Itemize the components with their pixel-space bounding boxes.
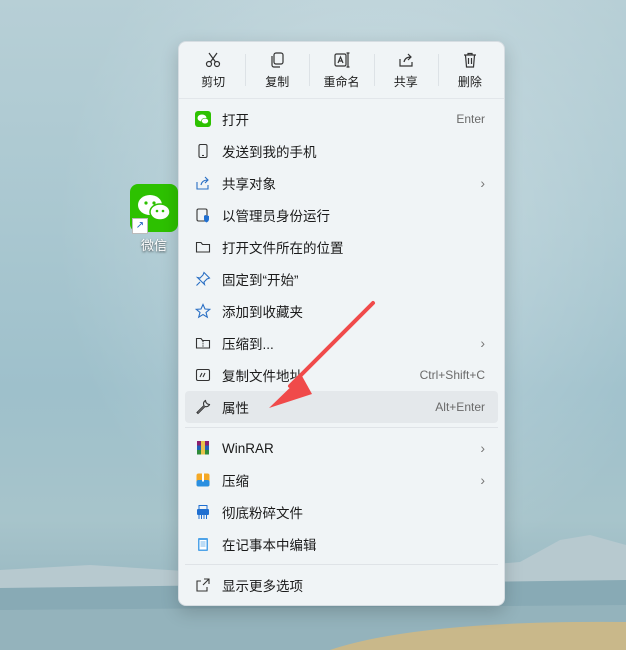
folder-icon (194, 238, 212, 256)
menu-item-shred-file[interactable]: 彻底粉碎文件 (185, 496, 498, 528)
shortcut-text: Ctrl+Shift+C (419, 368, 485, 382)
context-menu: 剪切 复制 重命名 共享 删除 打开 Enter 发送到我的手机 共享对象 › … (178, 41, 505, 606)
menu-item-share-with[interactable]: 共享对象 › (185, 167, 498, 199)
menu-item-label: 属性 (222, 401, 249, 416)
menu-item-label: 压缩 (222, 474, 249, 489)
menu-item-send-to-phone[interactable]: 发送到我的手机 (185, 135, 498, 167)
cut-button[interactable]: 剪切 (181, 42, 245, 98)
compress-icon (194, 471, 212, 489)
rename-button[interactable]: 重命名 (309, 42, 373, 98)
rename-icon (333, 51, 349, 68)
menu-item-label: 彻底粉碎文件 (222, 506, 303, 521)
menu-item-open-file-location[interactable]: 打开文件所在的位置 (185, 231, 498, 263)
menu-item-open[interactable]: 打开 Enter (185, 103, 498, 135)
shredder-icon (194, 503, 212, 521)
chevron-right-icon: › (480, 335, 485, 351)
share-icon (399, 53, 413, 67)
scissors-icon (205, 52, 221, 67)
menu-item-label: 显示更多选项 (222, 579, 303, 594)
menu-item-run-as-admin[interactable]: 以管理员身份运行 (185, 199, 498, 231)
menu-item-compress[interactable]: 压缩 › (185, 464, 498, 496)
shortcut-text: Alt+Enter (435, 400, 485, 414)
delete-label: 删除 (457, 74, 482, 89)
share-label: 共享 (393, 74, 418, 89)
menu-item-label: 打开 (222, 113, 249, 128)
menu-item-label: WinRAR (222, 440, 274, 456)
shortcut-text: Enter (456, 112, 485, 126)
wechat-icon (194, 110, 212, 128)
menu-item-label: 压缩到... (222, 337, 274, 352)
cut-label: 剪切 (201, 74, 226, 89)
desktop-icon-label: 微信 (140, 238, 167, 253)
share-button[interactable]: 共享 (373, 42, 438, 98)
menu-item-pin-to-start[interactable]: 固定到“开始” (185, 263, 498, 295)
menu-item-label: 以管理员身份运行 (222, 209, 330, 224)
zip-folder-icon (194, 334, 212, 352)
trash-icon (463, 52, 476, 68)
menu-item-label: 固定到“开始” (222, 273, 299, 288)
delete-button[interactable]: 删除 (437, 42, 502, 98)
menu-item-label: 共享对象 (222, 177, 276, 192)
pin-icon (194, 270, 212, 288)
star-icon (194, 302, 212, 320)
wrench-icon (194, 398, 212, 416)
menu-item-label: 添加到收藏夹 (222, 305, 303, 320)
menu-item-compress-to[interactable]: 压缩到... › (185, 327, 498, 359)
desktop-shortcut-wechat[interactable]: ↗ 微信 (126, 184, 182, 254)
menu-item-label: 打开文件所在的位置 (222, 241, 344, 256)
rename-label: 重命名 (323, 74, 360, 89)
shortcut-arrow-icon: ↗ (132, 218, 148, 234)
context-toolbar: 剪切 复制 重命名 共享 删除 (179, 42, 504, 99)
menu-item-add-to-favorites[interactable]: 添加到收藏夹 (185, 295, 498, 327)
menu-item-label: 发送到我的手机 (222, 145, 317, 160)
menu-item-properties[interactable]: 属性 Alt+Enter (185, 391, 498, 423)
menu-item-label: 在记事本中编辑 (222, 538, 317, 553)
chevron-right-icon: › (480, 440, 485, 456)
menu-divider (185, 427, 498, 428)
menu-divider (185, 564, 498, 565)
copy-label: 复制 (265, 74, 290, 89)
copy-icon (271, 51, 284, 68)
menu-item-edit-in-notepad[interactable]: 在记事本中编辑 (185, 528, 498, 560)
copy-path-icon (194, 366, 212, 384)
menu-item-show-more-options[interactable]: 显示更多选项 (185, 569, 498, 601)
copy-button[interactable]: 复制 (245, 42, 309, 98)
share-icon (194, 174, 212, 192)
chevron-right-icon: › (480, 472, 485, 488)
phone-icon (194, 142, 212, 160)
more-options-icon (194, 576, 212, 594)
winrar-icon (194, 439, 212, 457)
wechat-icon: ↗ (130, 184, 178, 234)
menu-items: 打开 Enter 发送到我的手机 共享对象 › 以管理员身份运行 打开文件所在的… (179, 99, 504, 605)
chevron-right-icon: › (480, 175, 485, 191)
menu-item-label: 复制文件地址 (222, 369, 303, 384)
menu-item-copy-as-path[interactable]: 复制文件地址 Ctrl+Shift+C (185, 359, 498, 391)
admin-shield-icon (194, 206, 212, 224)
menu-item-winrar[interactable]: WinRAR › (185, 432, 498, 464)
notepad-icon (194, 535, 212, 553)
